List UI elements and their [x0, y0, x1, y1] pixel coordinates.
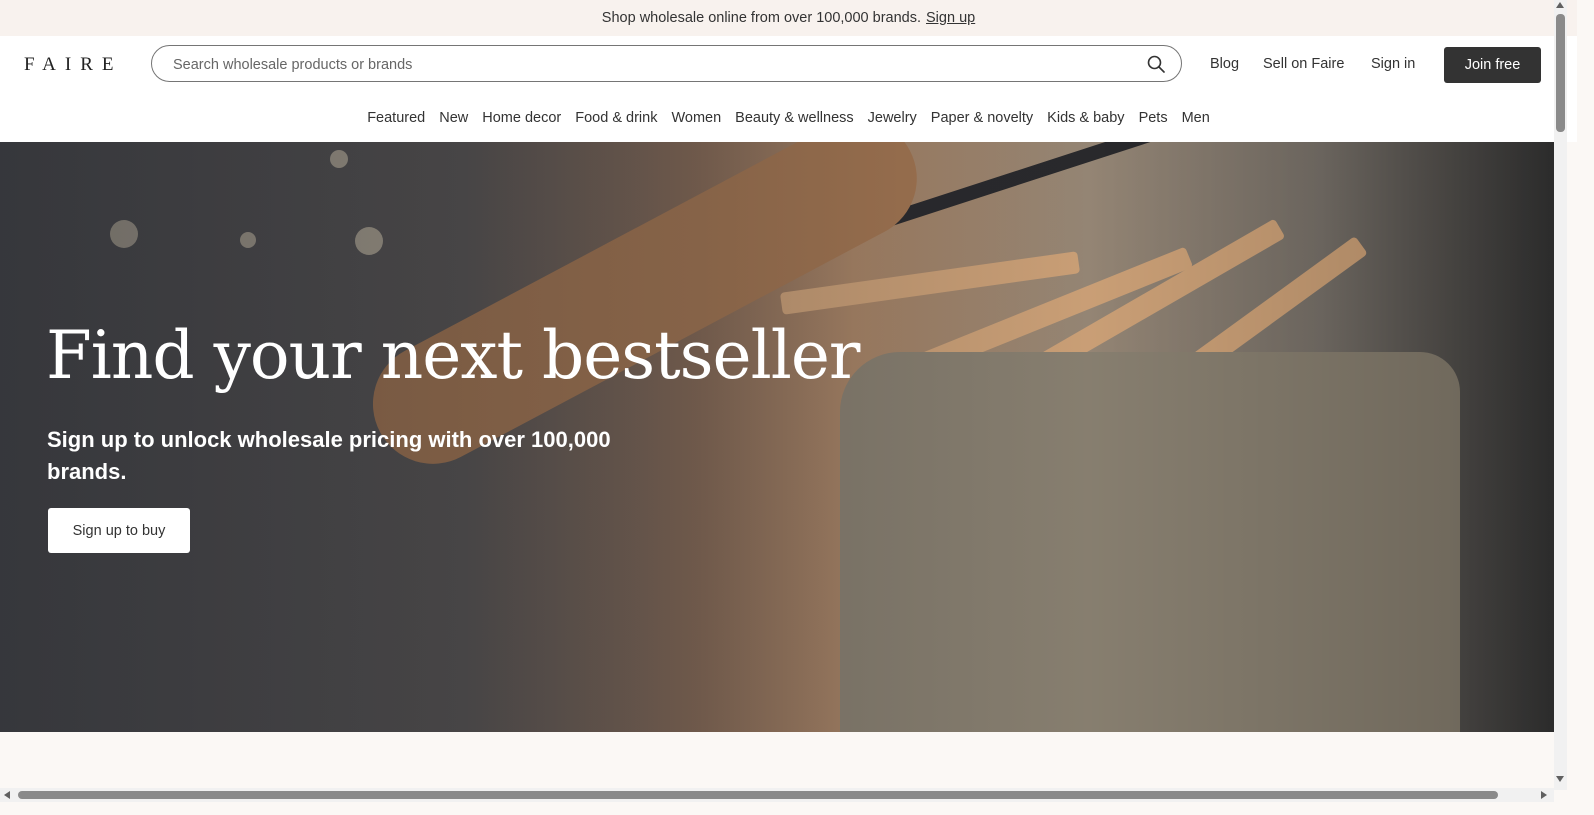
search-input[interactable] [171, 46, 1135, 83]
sign-up-to-buy-button[interactable]: Sign up to buy [48, 508, 190, 553]
scroll-up-icon[interactable] [1556, 2, 1564, 8]
category-jewelry[interactable]: Jewelry [868, 110, 917, 126]
category-women[interactable]: Women [671, 110, 721, 126]
promo-signup-link[interactable]: Sign up [926, 10, 975, 26]
search-bar[interactable] [151, 45, 1182, 83]
category-new[interactable]: New [439, 110, 468, 126]
faire-logo[interactable]: FAIRE [24, 54, 122, 76]
category-paper-novelty[interactable]: Paper & novelty [931, 110, 1033, 126]
category-nav: Featured New Home decor Food & drink Wom… [0, 110, 1577, 126]
category-food-drink[interactable]: Food & drink [575, 110, 657, 126]
sign-in-link[interactable]: Sign in [1371, 56, 1415, 72]
join-free-button[interactable]: Join free [1444, 47, 1541, 83]
hero-banner: Find your next bestseller Sign up to unl… [0, 142, 1554, 732]
horizontal-scroll-thumb[interactable] [18, 791, 1498, 799]
category-men[interactable]: Men [1182, 110, 1210, 126]
category-featured[interactable]: Featured [367, 110, 425, 126]
scroll-left-icon[interactable] [4, 791, 10, 799]
scroll-right-icon[interactable] [1541, 791, 1547, 799]
category-kids-baby[interactable]: Kids & baby [1047, 110, 1124, 126]
site-header: FAIRE Blog Sell on Faire Sign in Join fr… [0, 36, 1577, 142]
promo-banner: Shop wholesale online from over 100,000 … [0, 0, 1577, 36]
search-icon[interactable] [1147, 55, 1165, 73]
vertical-scroll-thumb[interactable] [1556, 14, 1565, 132]
scroll-down-icon[interactable] [1556, 776, 1564, 782]
category-home-decor[interactable]: Home decor [482, 110, 561, 126]
vertical-scrollbar[interactable] [1554, 0, 1567, 790]
blog-link[interactable]: Blog [1210, 56, 1239, 72]
hero-subtitle: Sign up to unlock wholesale pricing with… [47, 427, 611, 484]
category-beauty-wellness[interactable]: Beauty & wellness [735, 110, 853, 126]
hero-title: Find your next bestseller [46, 317, 860, 394]
sell-on-faire-link[interactable]: Sell on Faire [1263, 56, 1344, 72]
promo-banner-text: Shop wholesale online from over 100,000 … [601, 10, 922, 26]
category-pets[interactable]: Pets [1139, 110, 1168, 126]
horizontal-scrollbar[interactable] [0, 788, 1554, 802]
